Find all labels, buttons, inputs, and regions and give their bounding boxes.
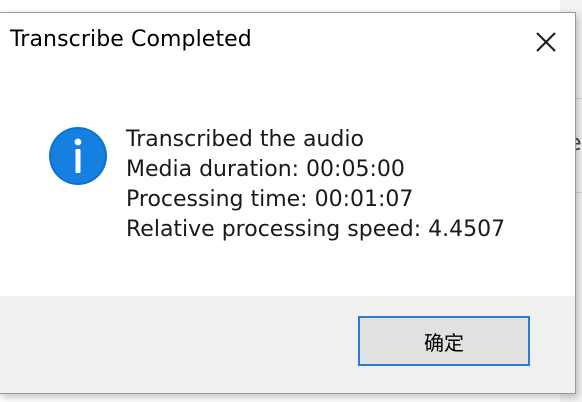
dialog-message: Transcribed the audio Media duration: 00… xyxy=(126,125,505,245)
dialog-footer: 确定 xyxy=(0,296,575,393)
message-line-status: Transcribed the audio xyxy=(126,127,364,152)
ok-button[interactable]: 确定 xyxy=(358,316,530,366)
dialog-titlebar: Transcribe Completed xyxy=(0,13,575,71)
close-button[interactable] xyxy=(529,25,563,59)
message-line-processing-time: Processing time: 00:01:07 xyxy=(126,187,414,212)
transcribe-completed-dialog: Transcribe Completed Transcribed the aud… xyxy=(0,12,576,394)
info-icon xyxy=(49,127,107,185)
dialog-content: Transcribed the audio Media duration: 00… xyxy=(0,71,575,296)
dialog-title: Transcribe Completed xyxy=(10,27,252,52)
screen: e Transcribe Completed Transcribed the a… xyxy=(0,0,582,402)
message-line-duration: Media duration: 00:05:00 xyxy=(126,157,405,182)
message-line-speed: Relative processing speed: 4.4507 xyxy=(126,217,506,242)
close-icon xyxy=(536,32,556,52)
